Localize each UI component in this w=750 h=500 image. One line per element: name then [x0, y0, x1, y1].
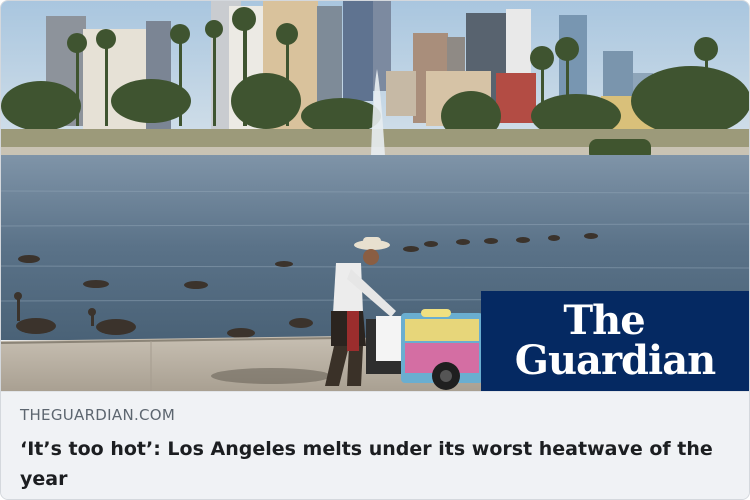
article-headline[interactable]: ‘It’s too hot’: Los Angeles melts under … — [20, 434, 720, 494]
guardian-logo: The Guardian — [481, 291, 749, 391]
source-domain: THEGUARDIAN.COM — [20, 406, 176, 424]
ice-cream-cart — [401, 309, 483, 390]
link-preview-card[interactable]: The Guardian THEGUARDIAN.COM ‘It’s too h… — [0, 0, 750, 500]
link-preview-meta[interactable]: THEGUARDIAN.COM ‘It’s too hot’: Los Ange… — [1, 391, 749, 499]
logo-text-the: The — [563, 297, 645, 344]
logo-text-guardian: Guardian — [514, 337, 716, 384]
